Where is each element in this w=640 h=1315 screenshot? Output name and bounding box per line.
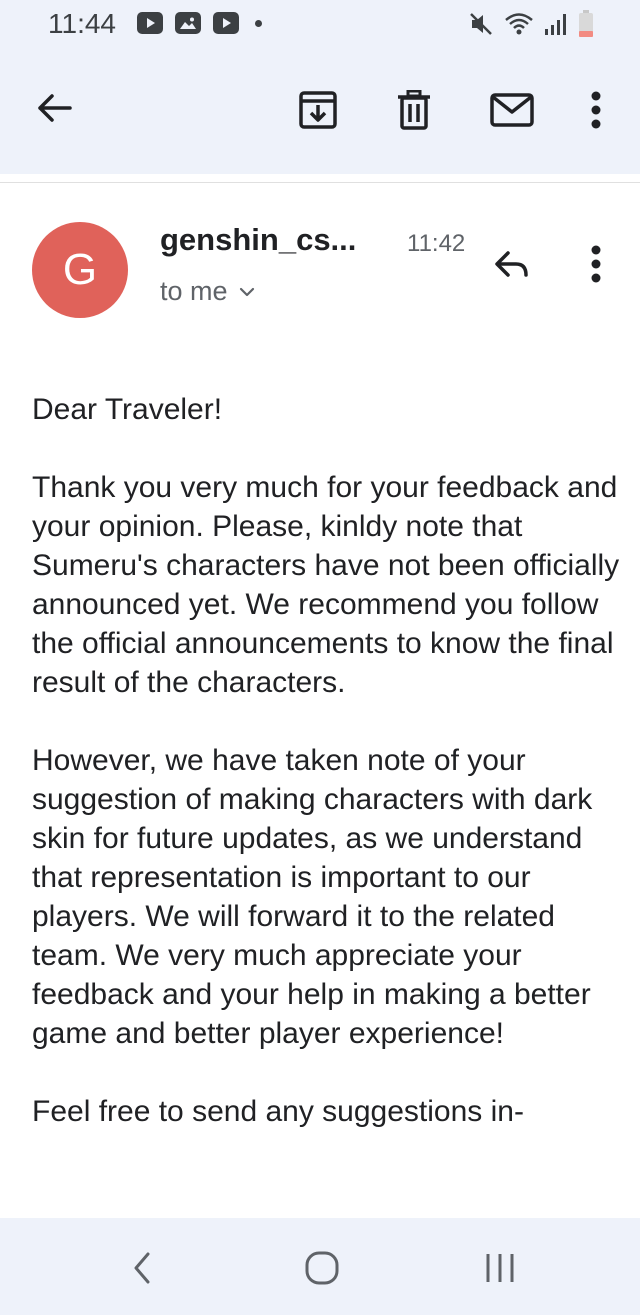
notification-icons — [137, 12, 262, 34]
app-bar — [0, 50, 640, 174]
recents-nav-icon[interactable] — [470, 1240, 530, 1296]
gallery-icon — [175, 12, 201, 34]
archive-icon[interactable] — [290, 82, 346, 138]
sender-avatar[interactable]: G — [32, 222, 128, 318]
recipient-label: to me — [160, 276, 228, 306]
body-paragraph: Thank you very much for your feedback an… — [32, 471, 620, 699]
sender-name[interactable]: genshin_cs... — [160, 222, 356, 258]
status-time: 11:44 — [48, 8, 116, 39]
wifi-icon — [505, 13, 533, 35]
recipient-toggle[interactable]: to me — [160, 276, 256, 307]
arrow-back-icon[interactable] — [26, 80, 82, 136]
body-paragraph: However, we have taken note of your sugg… — [32, 744, 593, 1050]
more-vert-icon[interactable] — [568, 236, 624, 292]
chevron-down-icon — [239, 287, 254, 296]
divider — [0, 182, 640, 183]
home-nav-icon[interactable] — [292, 1240, 352, 1296]
mute-icon — [470, 13, 492, 35]
trash-icon[interactable] — [386, 82, 442, 138]
battery-low-icon — [579, 10, 593, 37]
mail-unread-icon[interactable] — [484, 82, 540, 138]
system-icons — [468, 10, 594, 38]
reply-icon[interactable] — [484, 236, 540, 292]
sent-time: 11:42 — [407, 230, 466, 257]
dot-icon — [255, 19, 262, 27]
greeting: Dear Traveler! — [32, 393, 223, 426]
body-paragraph: Feel free to send any suggestions in- — [32, 1095, 524, 1128]
youtube-icon — [213, 12, 239, 34]
more-vert-icon[interactable] — [568, 82, 624, 138]
message-body: Dear Traveler! Thank you very much for y… — [32, 390, 622, 1170]
back-nav-icon[interactable] — [112, 1240, 172, 1296]
signal-icon — [545, 14, 566, 35]
status-bar: 11:44 — [0, 0, 640, 50]
youtube-icon — [137, 12, 163, 34]
navigation-bar — [0, 1218, 640, 1315]
